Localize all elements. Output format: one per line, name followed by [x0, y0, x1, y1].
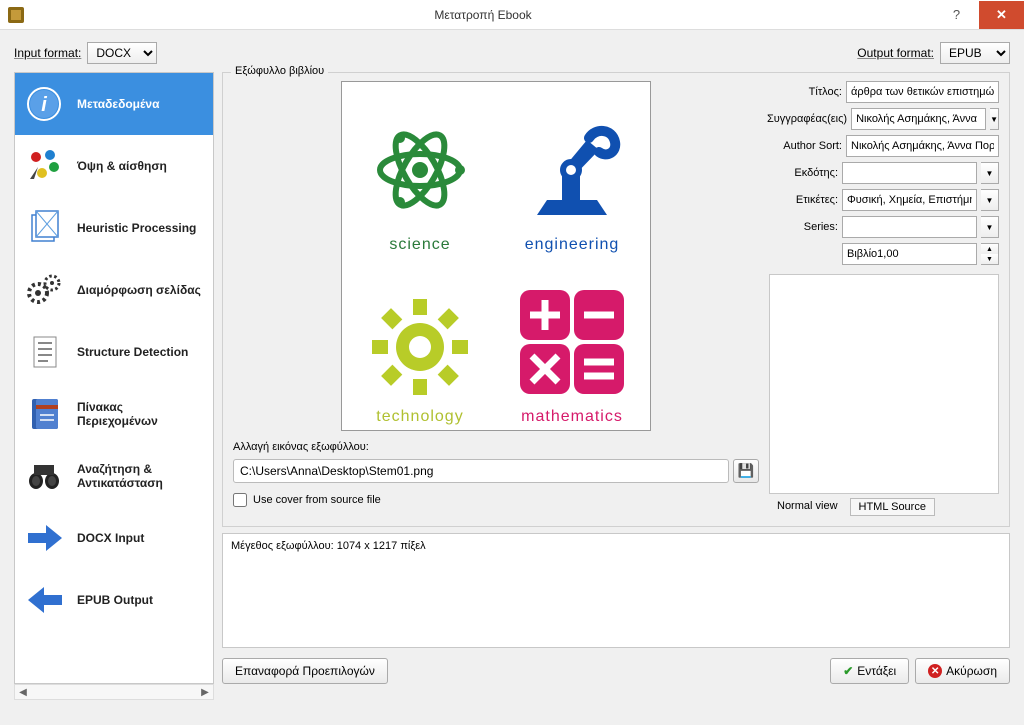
sidebar-item-label: Μεταδεδομένα — [77, 97, 159, 111]
sidebar-item-page-setup[interactable]: Διαμόρφωση σελίδας — [15, 259, 213, 321]
sidebar-item-heuristic[interactable]: Heuristic Processing — [15, 197, 213, 259]
authors-label: Συγγραφέας(εις) — [767, 113, 847, 125]
arrow-right-icon — [23, 519, 65, 557]
author-sort-label: Author Sort: — [783, 140, 842, 152]
cover-change-label: Αλλαγή εικόνας εξωφύλλου: — [233, 441, 759, 453]
sidebar-item-label: Όψη & αίσθηση — [77, 159, 167, 173]
titlebar: Μετατροπή Ebook ? ✕ — [0, 0, 1024, 30]
title-label: Τίτλος: — [809, 86, 842, 98]
log-line: Μέγεθος εξωφύλλου: 1074 x 1217 πίξελ — [231, 540, 1001, 552]
window-title: Μετατροπή Ebook — [32, 8, 934, 22]
sidebar-item-search-replace[interactable]: Αναζήτηση & Αντικατάσταση — [15, 445, 213, 507]
atom-icon — [365, 120, 475, 230]
log-area: Μέγεθος εξωφύλλου: 1074 x 1217 πίξελ — [222, 533, 1010, 648]
sidebar-item-label: Αναζήτηση & Αντικατάσταση — [77, 462, 205, 491]
sidebar-item-label: Structure Detection — [77, 345, 188, 359]
scroll-right-icon[interactable]: ▶ — [197, 685, 213, 699]
series-dropdown[interactable]: ▼ — [981, 216, 999, 238]
disk-icon: 💾 — [738, 463, 755, 479]
input-format-label: Input format: — [14, 46, 81, 60]
svg-text:i: i — [41, 94, 47, 116]
sidebar-hscroll[interactable]: ◀ ▶ — [14, 684, 214, 700]
book-number-up[interactable]: ▲ — [981, 244, 998, 254]
authors-dropdown[interactable]: ▼ — [990, 108, 999, 130]
title-field[interactable] — [846, 81, 999, 103]
sidebar: i Μεταδεδομένα Όψη & αίσθηση Heuristic P… — [14, 72, 214, 684]
notebook-icon — [23, 395, 65, 433]
tab-normal-view[interactable]: Normal view — [769, 498, 846, 516]
app-icon — [8, 7, 24, 23]
use-source-cover-label: Use cover from source file — [253, 494, 381, 506]
sidebar-item-label: Heuristic Processing — [77, 221, 196, 235]
tags-label: Ετικέτες: — [796, 194, 838, 206]
description-area[interactable] — [769, 274, 999, 494]
publisher-field[interactable] — [842, 162, 977, 184]
sidebar-item-epub-output[interactable]: EPUB Output — [15, 569, 213, 631]
input-format-select[interactable]: DOCX — [87, 42, 157, 64]
sidebar-item-docx-input[interactable]: DOCX Input — [15, 507, 213, 569]
author-sort-field[interactable] — [846, 135, 999, 157]
sidebar-item-label: DOCX Input — [77, 531, 144, 545]
restore-defaults-button[interactable]: Επαναφορά Προεπιλογών — [222, 658, 388, 684]
document-icon — [23, 333, 65, 371]
check-icon: ✔ — [843, 664, 853, 678]
output-format-select[interactable]: EPUB — [940, 42, 1010, 64]
info-icon: i — [23, 85, 65, 123]
cover-group-label: Εξώφυλλο βιβλίου — [231, 65, 328, 77]
cancel-icon: ✕ — [928, 664, 942, 678]
series-label: Series: — [804, 221, 838, 233]
binoculars-icon — [23, 457, 65, 495]
math-icon — [512, 282, 632, 402]
cancel-button[interactable]: ✕Ακύρωση — [915, 658, 1010, 684]
book-number-field[interactable] — [842, 243, 977, 265]
sidebar-item-structure[interactable]: Structure Detection — [15, 321, 213, 383]
sidebar-item-toc[interactable]: Πίνακας Περιεχομένων — [15, 383, 213, 445]
pages-icon — [23, 209, 65, 247]
arrow-left-icon — [23, 581, 65, 619]
help-button[interactable]: ? — [934, 1, 979, 29]
cover-preview: science engineering technology math — [341, 81, 651, 431]
palette-icon — [23, 147, 65, 185]
output-format-label: Output format: — [857, 46, 934, 60]
gear-icon — [365, 292, 475, 402]
robot-arm-icon — [517, 120, 627, 230]
sidebar-item-metadata[interactable]: i Μεταδεδομένα — [15, 73, 213, 135]
book-number-down[interactable]: ▼ — [981, 254, 998, 264]
authors-field[interactable] — [851, 108, 986, 130]
tags-field[interactable] — [842, 189, 977, 211]
sidebar-item-look-feel[interactable]: Όψη & αίσθηση — [15, 135, 213, 197]
gears-icon — [23, 271, 65, 309]
browse-button[interactable]: 💾 — [733, 459, 759, 483]
ok-button[interactable]: ✔Εντάξει — [830, 658, 909, 684]
sidebar-item-label: Πίνακας Περιεχομένων — [77, 400, 205, 429]
scroll-left-icon[interactable]: ◀ — [15, 685, 31, 699]
series-field[interactable] — [842, 216, 977, 238]
tags-dropdown[interactable]: ▼ — [981, 189, 999, 211]
cover-path-input[interactable] — [233, 459, 729, 483]
use-source-cover-checkbox[interactable] — [233, 493, 247, 507]
publisher-label: Εκδότης: — [794, 167, 838, 179]
publisher-dropdown[interactable]: ▼ — [981, 162, 999, 184]
format-row: Input format: DOCX Output format: EPUB — [0, 30, 1024, 72]
tab-html-source[interactable]: HTML Source — [850, 498, 935, 516]
sidebar-item-label: EPUB Output — [77, 593, 153, 607]
close-button[interactable]: ✕ — [979, 1, 1024, 29]
sidebar-item-label: Διαμόρφωση σελίδας — [77, 283, 201, 297]
